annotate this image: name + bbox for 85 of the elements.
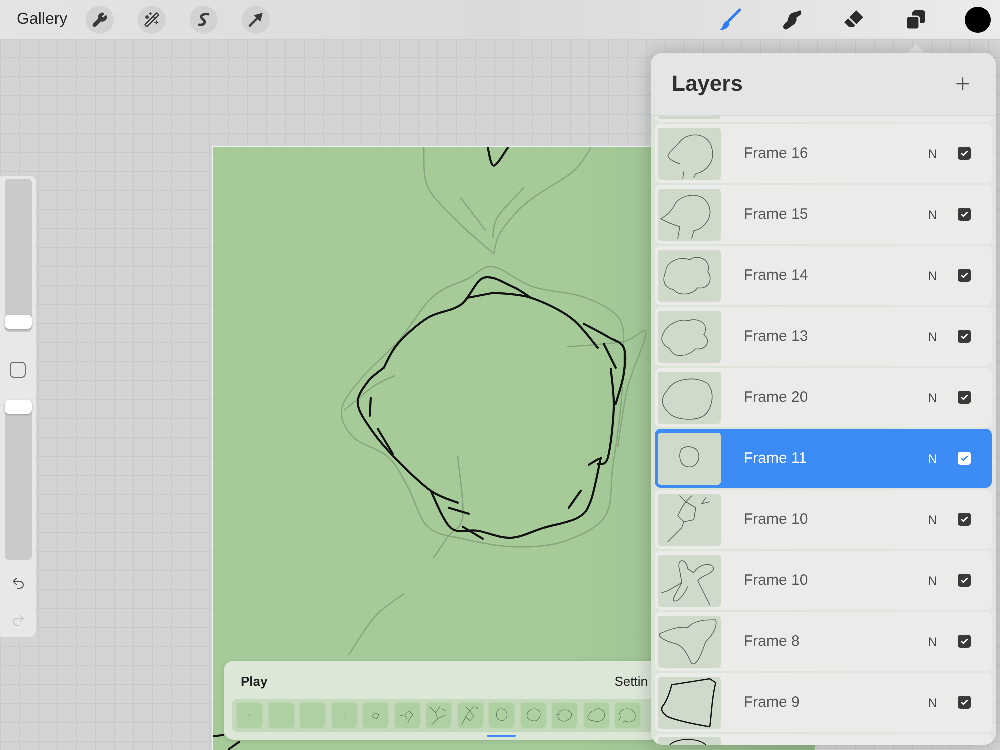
layer-row[interactable]: Frame 16 N bbox=[655, 124, 992, 183]
layer-name: Frame 9 bbox=[744, 694, 801, 712]
blend-mode-label[interactable]: N bbox=[928, 574, 937, 588]
frame-thumbnail[interactable] bbox=[552, 703, 577, 728]
frame-thumbnail[interactable] bbox=[458, 703, 482, 728]
layer-thumbnail bbox=[658, 372, 721, 424]
brush-icon[interactable] bbox=[718, 8, 742, 32]
layer-row[interactable]: Frame 9 N bbox=[655, 673, 992, 732]
layer-thumbnail bbox=[658, 128, 721, 180]
slider-thumb[interactable] bbox=[4, 400, 32, 414]
wrench-button[interactable] bbox=[86, 6, 114, 34]
pen-stroke-drawing bbox=[213, 733, 224, 738]
visibility-checkbox[interactable] bbox=[958, 330, 971, 343]
layer-row[interactable]: Frame 15 N bbox=[655, 185, 992, 244]
frame-thumbnail[interactable] bbox=[615, 703, 640, 728]
slider-track[interactable] bbox=[4, 400, 32, 560]
frame-thumbnail[interactable] bbox=[394, 703, 420, 728]
frame-thumbnail[interactable] bbox=[520, 703, 546, 728]
blend-mode-label[interactable]: N bbox=[928, 268, 937, 282]
visibility-checkbox[interactable] bbox=[958, 574, 971, 587]
layer-row[interactable]: Frame 14 N bbox=[655, 246, 992, 305]
visibility-checkbox[interactable] bbox=[958, 696, 971, 709]
blend-mode-label[interactable]: N bbox=[928, 512, 937, 526]
play-button[interactable]: Play bbox=[241, 674, 268, 690]
layer-name: Frame 10 bbox=[744, 510, 810, 528]
layer-name: Frame 11 bbox=[744, 450, 808, 468]
blend-mode-label[interactable]: N bbox=[928, 146, 937, 160]
selection-button[interactable] bbox=[190, 6, 218, 34]
layer-row[interactable]: Frame 10 N bbox=[655, 490, 992, 549]
blend-mode-label[interactable]: N bbox=[928, 696, 937, 710]
arrow-icon bbox=[248, 12, 264, 28]
frame-thumbnail[interactable] bbox=[489, 703, 514, 728]
layer-thumbnail bbox=[658, 616, 721, 668]
frame-thumbnail[interactable] bbox=[268, 703, 294, 728]
visibility-checkbox[interactable] bbox=[958, 147, 971, 160]
layer-thumbnail bbox=[658, 250, 721, 302]
layer-name: Frame 14 bbox=[744, 266, 810, 284]
layer-name: Frame 13 bbox=[744, 328, 810, 346]
layers-icon[interactable] bbox=[904, 8, 928, 32]
layer-thumbnail bbox=[658, 737, 721, 745]
blend-mode-label[interactable]: N bbox=[928, 390, 937, 404]
wrench-icon bbox=[92, 12, 108, 28]
color-swatch-icon[interactable] bbox=[965, 6, 991, 32]
layer-name: Frame 8 bbox=[744, 632, 801, 650]
visibility-checkbox[interactable] bbox=[958, 208, 971, 221]
square-icon[interactable] bbox=[10, 362, 26, 378]
slider-thumb[interactable] bbox=[4, 315, 32, 330]
magic-wand-icon bbox=[144, 12, 160, 28]
frame-thumbnail[interactable] bbox=[237, 703, 262, 728]
s-curve-icon bbox=[196, 12, 212, 28]
settings-button[interactable]: Settin bbox=[614, 674, 648, 690]
frame-thumbnail[interactable] bbox=[300, 703, 325, 728]
layers-title: Layers bbox=[672, 71, 743, 97]
visibility-checkbox[interactable] bbox=[958, 391, 971, 404]
arrow-button[interactable] bbox=[242, 6, 270, 34]
layer-name: Frame 20 bbox=[744, 388, 810, 406]
gallery-button[interactable]: Gallery bbox=[17, 10, 68, 30]
layer-thumbnail bbox=[658, 310, 721, 362]
layer-thumbnail bbox=[658, 554, 721, 606]
slider-track[interactable] bbox=[4, 179, 32, 332]
frame-thumbnail[interactable] bbox=[584, 703, 608, 728]
selected-frame-indicator bbox=[487, 735, 516, 737]
visibility-checkbox[interactable] bbox=[958, 513, 971, 526]
pen-stroke-drawing bbox=[227, 741, 241, 750]
blend-mode-label[interactable]: N bbox=[928, 208, 937, 222]
layer-row[interactable]: Frame 10 N bbox=[655, 551, 992, 610]
visibility-checkbox[interactable] bbox=[958, 635, 971, 648]
layer-thumbnail bbox=[658, 676, 721, 728]
layer-thumbnail bbox=[658, 432, 721, 484]
visibility-checkbox[interactable] bbox=[958, 269, 971, 282]
layer-row[interactable]: Frame 13 N bbox=[655, 307, 992, 366]
layer-name: Frame 15 bbox=[744, 206, 810, 224]
layer-thumbnail bbox=[658, 494, 721, 546]
blend-mode-label[interactable]: N bbox=[928, 634, 937, 648]
blend-mode-label[interactable]: N bbox=[928, 330, 937, 344]
frame-thumbnail[interactable] bbox=[426, 703, 451, 728]
frame-thumbnail[interactable] bbox=[332, 703, 356, 728]
layer-row[interactable]: Frame 8 N bbox=[655, 612, 992, 671]
layer-row[interactable]: Frame 20 N bbox=[655, 368, 992, 427]
magic-wand-button[interactable] bbox=[138, 6, 166, 34]
undo-icon[interactable] bbox=[10, 576, 26, 591]
layer-thumbnail bbox=[658, 188, 721, 240]
layer-name: Frame 16 bbox=[744, 144, 810, 162]
frame-thumbnail[interactable] bbox=[363, 703, 388, 728]
layer-name: Frame 10 bbox=[744, 572, 810, 590]
